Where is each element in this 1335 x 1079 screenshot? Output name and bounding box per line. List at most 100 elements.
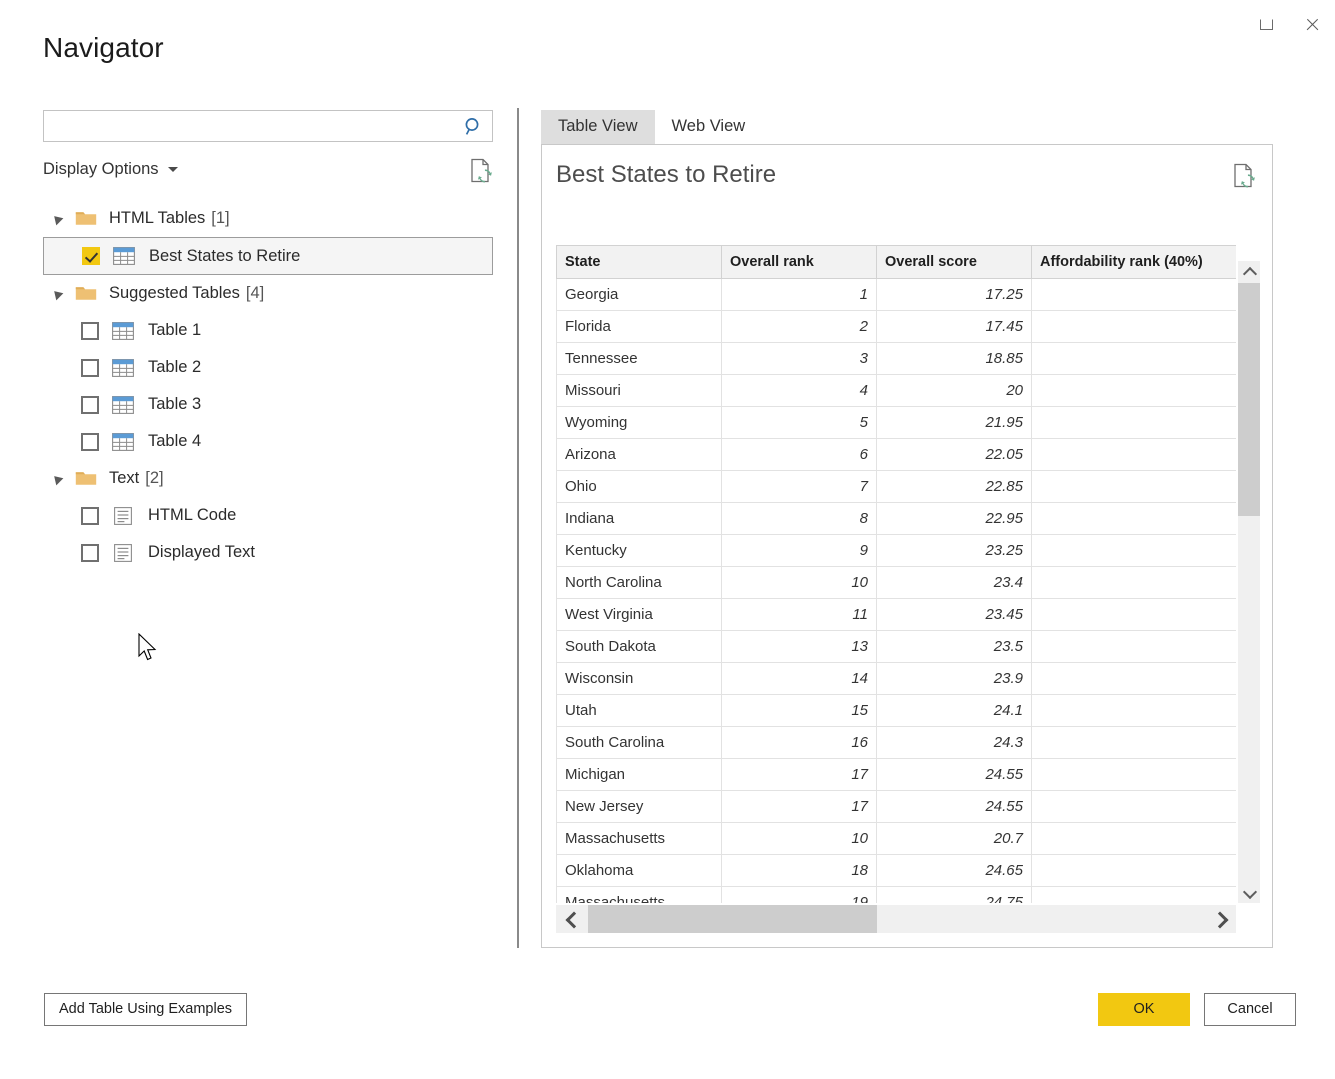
table-row: Indiana 8 22.95	[556, 502, 1236, 535]
table-row: Massachusetts 19 24.75	[556, 886, 1236, 903]
tree-item-label: HTML Code	[148, 506, 237, 524]
page-title: Navigator	[43, 32, 164, 63]
navigation-tree: HTML Tables [1] Best States to Retire Sugge…	[43, 200, 493, 571]
scroll-right-button[interactable]	[1204, 905, 1236, 933]
chevron-up-icon	[1244, 267, 1255, 278]
table-cell	[1031, 662, 1236, 695]
tree-item-best-states-to-retire[interactable]: Best States to Retire	[43, 237, 493, 275]
close-button[interactable]	[1289, 2, 1335, 46]
checkbox[interactable]	[81, 395, 99, 414]
tree-item-table-2[interactable]: Table 2	[43, 349, 493, 386]
search-input[interactable]	[44, 111, 458, 141]
folder-icon	[75, 285, 97, 302]
table-cell: Wyoming	[556, 406, 722, 439]
table-cell: 2	[721, 310, 877, 343]
right-panel: Table View Web View Best States to Retire…	[541, 108, 1273, 948]
table-cell: 4	[721, 374, 877, 407]
table-cell: 23.5	[876, 630, 1032, 663]
table-cell: Indiana	[556, 502, 722, 535]
restore-button[interactable]	[1243, 2, 1289, 46]
table-cell	[1031, 598, 1236, 631]
table-icon	[113, 247, 135, 265]
scroll-down-button[interactable]	[1238, 881, 1260, 903]
checkbox[interactable]	[81, 432, 99, 451]
triangle-expanded-icon[interactable]	[50, 212, 75, 225]
tree-item-html-code[interactable]: HTML Code	[43, 497, 493, 534]
window-controls	[1243, 0, 1335, 48]
table-cell: 17.25	[876, 278, 1032, 311]
table-cell	[1031, 342, 1236, 375]
table-cell	[1031, 406, 1236, 439]
column-header[interactable]: Affordability rank (40%)	[1031, 245, 1236, 279]
scroll-left-button[interactable]	[556, 905, 588, 933]
footer-right: OK Cancel	[1098, 993, 1296, 1026]
column-header[interactable]: Overall score	[876, 245, 1032, 279]
add-table-using-examples-button[interactable]: Add Table Using Examples	[44, 993, 248, 1026]
table-cell: Wisconsin	[556, 662, 722, 695]
ok-button[interactable]: OK	[1098, 993, 1190, 1026]
table-cell: 24.65	[876, 854, 1032, 887]
table-cell	[1031, 278, 1236, 311]
grid-scroll-area: State Overall rank Overall score Affordabil…	[556, 245, 1236, 903]
table-cell: 23.9	[876, 662, 1032, 695]
vertical-scroll-thumb[interactable]	[1238, 283, 1260, 516]
table-cell: 6	[721, 438, 877, 471]
tab-table-view[interactable]: Table View	[541, 109, 655, 144]
triangle-expanded-icon[interactable]	[50, 472, 75, 485]
triangle-expanded-icon[interactable]	[50, 287, 75, 300]
tree-group-text[interactable]: Text [2]	[43, 460, 493, 497]
horizontal-scrollbar[interactable]	[556, 905, 1236, 933]
tree-item-label: Table 2	[148, 358, 202, 376]
tree-item-table-1[interactable]: Table 1	[43, 312, 493, 349]
vertical-scrollbar[interactable]	[1238, 261, 1260, 903]
table-cell: 3	[721, 342, 877, 375]
search-icon[interactable]	[462, 115, 486, 139]
table-cell	[1031, 502, 1236, 535]
refresh-document-icon[interactable]	[469, 158, 493, 184]
table-row: Missouri 4 20	[556, 374, 1236, 407]
table-cell: 10	[721, 566, 877, 599]
checkbox[interactable]	[81, 321, 99, 340]
cancel-button[interactable]: Cancel	[1204, 993, 1296, 1026]
table-cell: 24.55	[876, 758, 1032, 791]
table-icon	[112, 358, 134, 377]
table-cell: 8	[721, 502, 877, 535]
horizontal-scroll-thumb[interactable]	[588, 905, 877, 933]
tab-web-view[interactable]: Web View	[655, 110, 763, 144]
table-row: Utah 15 24.1	[556, 694, 1236, 727]
table-row: Kentucky 9 23.25	[556, 534, 1236, 567]
table-cell	[1031, 374, 1236, 407]
table-cell	[1031, 534, 1236, 567]
table-cell: 7	[721, 470, 877, 503]
search-box[interactable]	[43, 110, 493, 142]
text-document-icon	[112, 506, 134, 525]
column-header[interactable]: State	[556, 245, 722, 279]
table-cell	[1031, 310, 1236, 343]
panel-divider	[517, 108, 519, 948]
checkbox[interactable]	[82, 247, 100, 265]
tree-group-count: [1]	[211, 209, 230, 227]
display-options-button[interactable]: Display Options	[43, 160, 178, 179]
tree-item-table-4[interactable]: Table 4	[43, 423, 493, 460]
tree-item-label: Table 4	[148, 432, 202, 450]
table-cell	[1031, 694, 1236, 727]
chevron-down-icon	[1244, 887, 1255, 898]
tree-item-table-3[interactable]: Table 3	[43, 386, 493, 423]
tree-item-label: Table 1	[148, 321, 202, 339]
tree-item-displayed-text[interactable]: Displayed Text	[43, 534, 493, 571]
checkbox[interactable]	[81, 506, 99, 525]
checkbox[interactable]	[81, 358, 99, 377]
tree-group-html-tables[interactable]: HTML Tables [1]	[43, 200, 493, 237]
column-header[interactable]: Overall rank	[721, 245, 877, 279]
tree-group-suggested-tables[interactable]: Suggested Tables [4]	[43, 275, 493, 312]
scroll-up-button[interactable]	[1238, 261, 1260, 283]
close-icon	[1305, 17, 1320, 32]
table-cell	[1031, 438, 1236, 471]
table-cell: Arizona	[556, 438, 722, 471]
chevron-down-icon	[167, 167, 178, 172]
table-row: North Carolina 10 23.4	[556, 566, 1236, 599]
table-row: South Carolina 16 24.3	[556, 726, 1236, 759]
preview-refresh-icon[interactable]	[1232, 163, 1256, 189]
table-cell: South Carolina	[556, 726, 722, 759]
checkbox[interactable]	[81, 543, 99, 562]
